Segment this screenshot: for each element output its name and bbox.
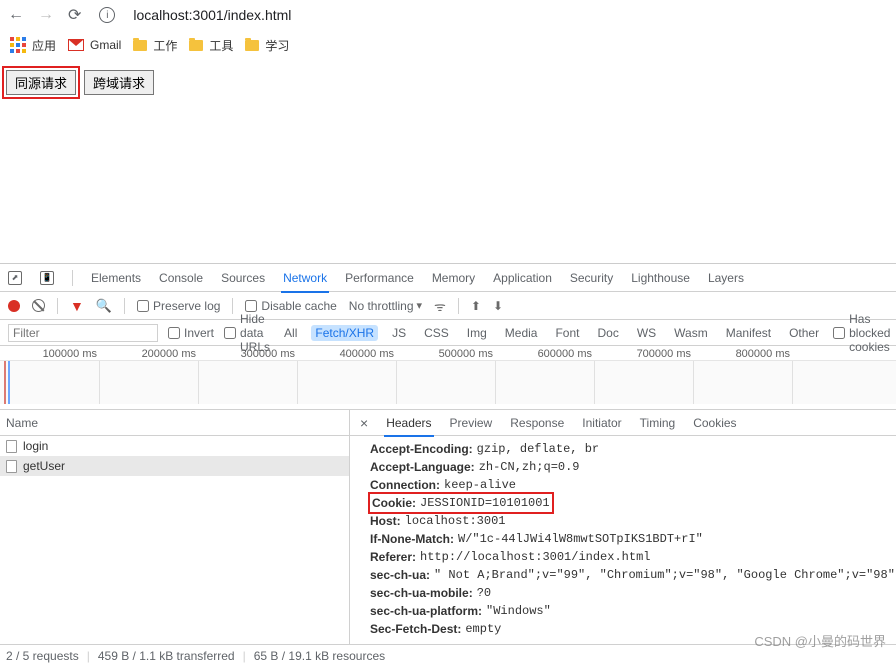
filter-manifest[interactable]: Manifest: [722, 325, 775, 341]
disable-cache-checkbox[interactable]: Disable cache: [245, 299, 336, 313]
request-row-login[interactable]: login: [0, 436, 349, 456]
filter-media[interactable]: Media: [501, 325, 542, 341]
bookmark-folder-0[interactable]: 工作: [133, 37, 177, 54]
bookmark-label: 工具: [209, 37, 233, 54]
filter-css[interactable]: CSS: [420, 325, 453, 341]
back-icon[interactable]: ←: [8, 6, 24, 24]
tab-headers[interactable]: Headers: [386, 416, 431, 430]
bookmark-folder-1[interactable]: 工具: [189, 37, 233, 54]
tab-performance[interactable]: Performance: [345, 271, 414, 285]
filter-doc[interactable]: Doc: [593, 325, 622, 341]
tab-lighthouse[interactable]: Lighthouse: [631, 271, 690, 285]
filter-font[interactable]: Font: [551, 325, 583, 341]
gmail-bookmark[interactable]: Gmail: [68, 38, 121, 52]
online-icon[interactable]: ᯤ: [434, 297, 446, 315]
tl-tick: 700000 ms: [594, 348, 693, 360]
status-requests: 2 / 5 requests: [6, 649, 79, 663]
reload-icon[interactable]: ⟳: [68, 5, 81, 25]
request-row-getuser[interactable]: getUser: [0, 456, 349, 476]
folder-icon: [189, 40, 203, 51]
tab-security[interactable]: Security: [570, 271, 613, 285]
filter-img[interactable]: Img: [463, 325, 491, 341]
forward-icon: →: [38, 6, 54, 24]
filter-fetch-xhr[interactable]: Fetch/XHR: [311, 325, 378, 341]
filter-wasm[interactable]: Wasm: [670, 325, 712, 341]
cookie-header-highlight: Cookie:JESSIONID=10101001: [370, 494, 552, 512]
file-icon: [6, 460, 17, 473]
cross-origin-button[interactable]: 跨域请求: [84, 70, 154, 95]
preserve-log-label: Preserve log: [153, 299, 220, 313]
bookmark-label: 工作: [153, 37, 177, 54]
file-icon: [6, 440, 17, 453]
tab-elements[interactable]: Elements: [91, 271, 141, 285]
name-column-header[interactable]: Name: [0, 410, 349, 436]
devtools-panel: ⬈ 📱 Elements Console Sources Network Per…: [0, 263, 896, 650]
filter-ws[interactable]: WS: [633, 325, 660, 341]
apps-label: 应用: [32, 37, 56, 54]
tab-console[interactable]: Console: [159, 271, 203, 285]
search-icon[interactable]: 🔍: [96, 298, 112, 314]
apps-icon: [10, 37, 26, 53]
gmail-icon: [68, 39, 84, 51]
network-timeline[interactable]: 100000 ms 200000 ms 300000 ms 400000 ms …: [0, 346, 896, 410]
tl-tick: 300000 ms: [198, 348, 297, 360]
disable-cache-label: Disable cache: [261, 299, 336, 313]
bookmark-label: 学习: [265, 37, 289, 54]
filter-toggle-icon[interactable]: ▼: [70, 298, 84, 314]
filter-js[interactable]: JS: [388, 325, 410, 341]
tl-tick: 200000 ms: [99, 348, 198, 360]
tab-initiator[interactable]: Initiator: [582, 416, 621, 430]
device-toggle-icon[interactable]: 📱: [40, 271, 54, 285]
record-icon[interactable]: [8, 300, 20, 312]
site-info-icon[interactable]: i: [99, 7, 115, 23]
throttling-select[interactable]: No throttling▾: [349, 299, 422, 313]
invert-label: Invert: [184, 326, 214, 340]
same-origin-button[interactable]: 同源请求: [6, 70, 76, 95]
folder-icon: [245, 40, 259, 51]
preserve-log-checkbox[interactable]: Preserve log: [137, 299, 220, 313]
tab-layers[interactable]: Layers: [708, 271, 744, 285]
tl-tick: 100000 ms: [0, 348, 99, 360]
bookmark-folder-2[interactable]: 学习: [245, 37, 289, 54]
tab-network[interactable]: Network: [283, 271, 327, 285]
filter-input[interactable]: [8, 324, 158, 342]
close-details-icon[interactable]: ×: [360, 415, 368, 431]
tl-tick: 500000 ms: [396, 348, 495, 360]
tl-tick: 600000 ms: [495, 348, 594, 360]
bookmarks-bar: 应用 Gmail 工作 工具 学习: [0, 30, 896, 60]
tab-memory[interactable]: Memory: [432, 271, 475, 285]
download-icon[interactable]: ⬇: [493, 299, 503, 313]
tab-timing[interactable]: Timing: [640, 416, 676, 430]
address-bar-url[interactable]: localhost:3001/index.html: [133, 7, 291, 23]
clear-icon[interactable]: [32, 299, 45, 312]
headers-list: Accept-Encoding: gzip, deflate, brAccept…: [350, 436, 896, 650]
tab-application[interactable]: Application: [493, 271, 552, 285]
tab-preview[interactable]: Preview: [450, 416, 493, 430]
tab-sources[interactable]: Sources: [221, 271, 265, 285]
filter-other[interactable]: Other: [785, 325, 823, 341]
tl-tick: 400000 ms: [297, 348, 396, 360]
apps-button[interactable]: 应用: [10, 37, 56, 54]
invert-checkbox[interactable]: Invert: [168, 326, 214, 340]
gmail-label: Gmail: [90, 38, 121, 52]
filter-all[interactable]: All: [280, 325, 301, 341]
request-name: login: [23, 439, 48, 453]
throttling-label: No throttling: [349, 299, 414, 313]
tl-tick: 800000 ms: [693, 348, 792, 360]
inspect-icon[interactable]: ⬈: [8, 271, 22, 285]
folder-icon: [133, 40, 147, 51]
upload-icon[interactable]: ⬆: [471, 299, 481, 313]
tab-response[interactable]: Response: [510, 416, 564, 430]
status-transferred: 459 B / 1.1 kB transferred: [98, 649, 235, 663]
request-name: getUser: [23, 459, 65, 473]
status-bar: 2 / 5 requests | 459 B / 1.1 kB transfer…: [0, 644, 896, 666]
status-resources: 65 B / 19.1 kB resources: [254, 649, 385, 663]
tab-cookies[interactable]: Cookies: [693, 416, 736, 430]
